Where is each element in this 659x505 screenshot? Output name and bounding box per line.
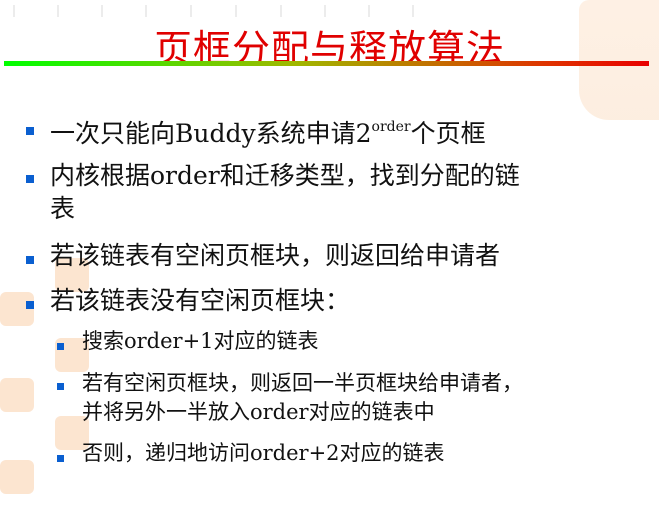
bullet-superscript: order	[371, 119, 411, 135]
bullet-line: 表	[50, 194, 76, 223]
bullet-icon	[26, 175, 34, 183]
bullet-item: 内核根据order和迁移类型，找到分配的链表	[50, 159, 650, 225]
sub-bullet-icon	[57, 383, 64, 390]
bullet-icon	[26, 256, 34, 264]
grid-tick	[235, 5, 237, 17]
bullet-line: 内核根据order和迁移类型，找到分配的链	[50, 161, 520, 190]
bullet-text: 个页框	[410, 119, 486, 148]
bullet-icon	[26, 301, 34, 309]
bullet-icon	[26, 127, 34, 135]
grid-tick	[368, 5, 370, 17]
sub-bullet-line: 并将另外一半放入order对应的链表中	[82, 400, 435, 424]
bullet-text: 一次只能向Buddy系统申请2	[50, 119, 372, 148]
grid-tick	[324, 5, 326, 17]
grid-tick	[57, 5, 59, 17]
title-underline	[4, 61, 649, 66]
bullet-item: 一次只能向Buddy系统申请2order个页框	[50, 111, 650, 150]
seal-decoration	[0, 460, 34, 494]
seal-decoration	[0, 378, 34, 412]
grid-tick	[145, 5, 147, 17]
sub-bullet-item: 若有空闲页框块，则返回一半页框块给申请者， 并将另外一半放入order对应的链表中	[82, 369, 657, 427]
sub-bullet-icon	[57, 455, 64, 462]
grid-tick	[412, 5, 414, 17]
bullet-item: 若该链表没有空闲页框块：	[50, 286, 351, 315]
sub-bullet-line: 若有空闲页框块，则返回一半页框块给申请者，	[82, 371, 523, 395]
grid-tick	[13, 5, 15, 17]
grid-tick	[190, 5, 192, 17]
grid-tick	[101, 5, 103, 17]
grid-tick	[280, 5, 282, 17]
bullet-item: 若该链表有空闲页框块，则返回给申请者	[50, 241, 501, 270]
seal-decoration	[0, 292, 34, 326]
sub-bullet-icon	[57, 343, 64, 350]
sub-bullet-item: 搜索order+1对应的链表	[82, 329, 319, 353]
sub-bullet-item: 否则，递归地访问order+2对应的链表	[82, 441, 445, 465]
